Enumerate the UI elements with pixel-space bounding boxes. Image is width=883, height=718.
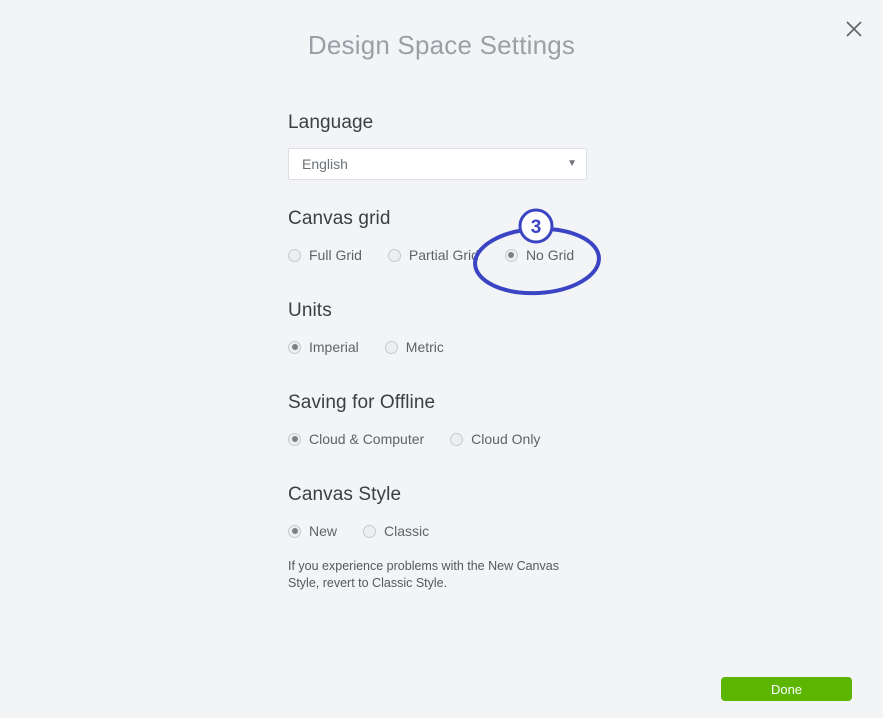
language-select[interactable]: English ▼ bbox=[288, 148, 587, 180]
radio-option-new[interactable]: New bbox=[288, 523, 337, 539]
saving-offline-radio-group: Cloud & Computer Cloud Only bbox=[288, 428, 618, 450]
radio-option-no-grid[interactable]: No Grid bbox=[504, 247, 575, 263]
radio-option-partial-grid[interactable]: Partial Grid bbox=[387, 247, 479, 263]
canvas-grid-radio-group: Full Grid Partial Grid No Grid bbox=[288, 244, 618, 266]
section-language: Language English ▼ bbox=[288, 112, 618, 180]
radio-icon-imperial[interactable] bbox=[288, 340, 301, 354]
radio-icon-metric[interactable] bbox=[384, 340, 398, 354]
radio-label-new: New bbox=[309, 523, 338, 539]
section-units: Units Imperial Metric bbox=[288, 300, 618, 358]
radio-icon-cloud-only[interactable] bbox=[450, 432, 464, 446]
radio-label-cloud-only: Cloud Only bbox=[471, 431, 541, 447]
dialog-title: Design Space Settings bbox=[307, 30, 576, 60]
radio-icon-classic[interactable] bbox=[363, 524, 377, 538]
canvas-style-radio-group: New Classic bbox=[288, 520, 618, 542]
radio-icon-partial-grid[interactable] bbox=[387, 248, 401, 262]
chevron-down-icon: ▼ bbox=[567, 158, 577, 169]
canvas-style-help-text: If you experience problems with the New … bbox=[288, 559, 559, 590]
saving-offline-heading: Saving for Offline bbox=[288, 392, 436, 413]
radio-label-imperial: Imperial bbox=[309, 339, 359, 355]
done-button[interactable]: Done bbox=[721, 677, 852, 701]
radio-icon-no-grid[interactable] bbox=[504, 248, 518, 262]
settings-form: Language English ▼ Canvas grid Full Grid… bbox=[288, 112, 618, 592]
language-heading: Language bbox=[288, 112, 374, 133]
radio-label-partial-grid: Partial Grid bbox=[408, 247, 479, 263]
section-canvas-grid: Canvas grid Full Grid Partial Grid No Gr… bbox=[288, 208, 618, 266]
radio-option-classic[interactable]: Classic bbox=[363, 523, 429, 539]
radio-icon-new[interactable] bbox=[288, 524, 301, 538]
radio-option-cloud-only[interactable]: Cloud Only bbox=[450, 431, 540, 447]
radio-option-full-grid[interactable]: Full Grid bbox=[288, 247, 362, 263]
radio-option-cloud-and-computer[interactable]: Cloud & Computer bbox=[288, 431, 424, 447]
units-radio-group: Imperial Metric bbox=[288, 336, 618, 358]
radio-icon-cloud-and-computer[interactable] bbox=[288, 432, 301, 446]
radio-icon-full-grid[interactable] bbox=[288, 248, 301, 262]
canvas-grid-heading: Canvas grid bbox=[288, 208, 391, 229]
language-select-value: English bbox=[302, 156, 348, 172]
section-canvas-style: Canvas Style New Classic If you experien… bbox=[288, 484, 618, 592]
section-saving-for-offline: Saving for Offline Cloud & Computer Clou… bbox=[288, 392, 618, 450]
units-heading: Units bbox=[288, 300, 332, 321]
radio-option-metric[interactable]: Metric bbox=[384, 339, 444, 355]
radio-label-no-grid: No Grid bbox=[525, 247, 575, 263]
radio-label-classic: Classic bbox=[384, 523, 430, 539]
canvas-style-heading: Canvas Style bbox=[288, 484, 402, 505]
radio-label-full-grid: Full Grid bbox=[309, 247, 362, 263]
radio-label-cloud-and-computer: Cloud & Computer bbox=[309, 431, 425, 447]
radio-option-imperial[interactable]: Imperial bbox=[288, 339, 359, 355]
radio-label-metric: Metric bbox=[405, 339, 444, 355]
